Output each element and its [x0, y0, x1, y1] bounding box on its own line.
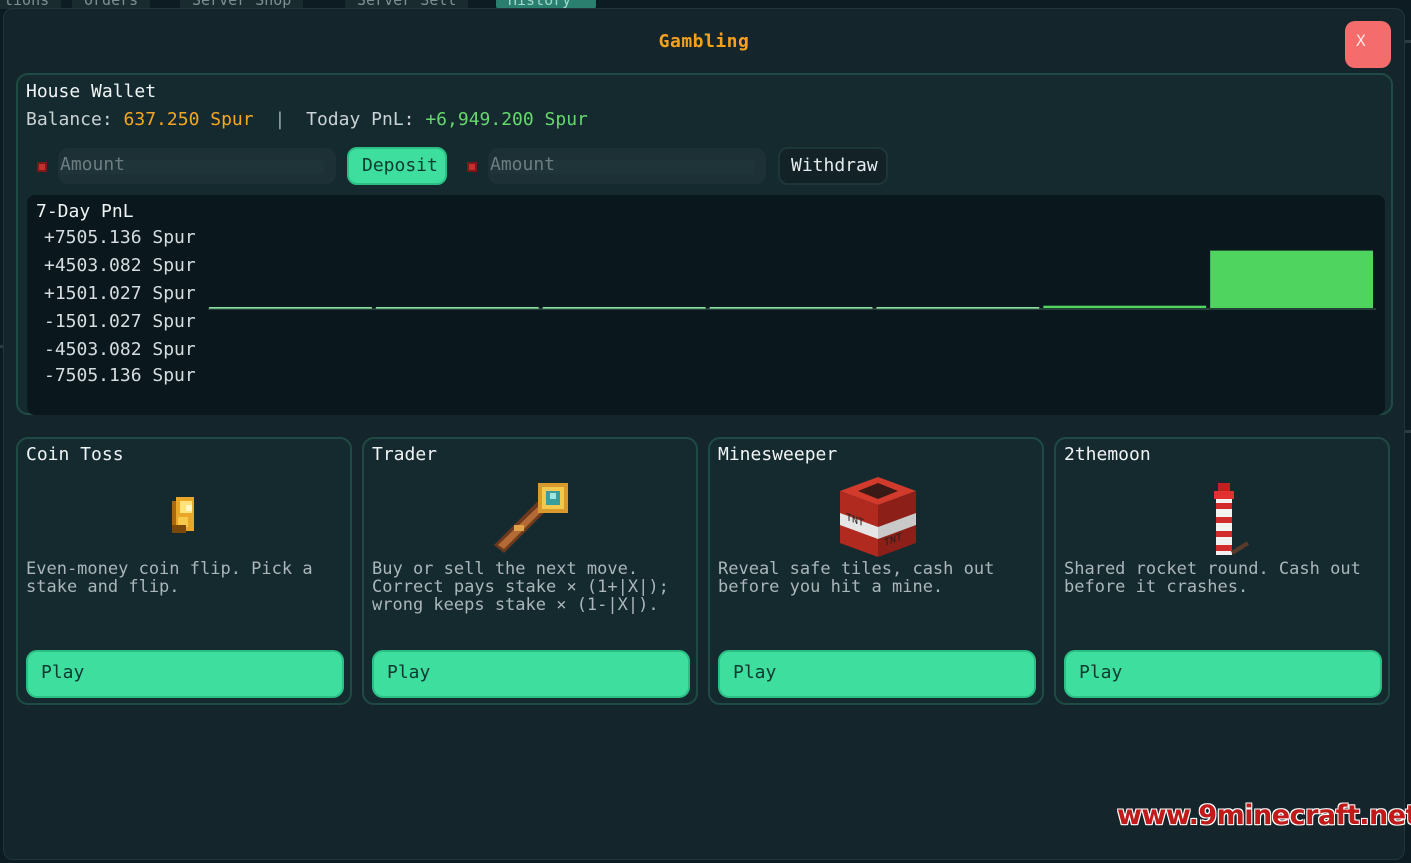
- pnl-bars: [208, 250, 1376, 310]
- game-title: Minesweeper: [718, 444, 838, 465]
- game-card-coin-toss: Coin Toss Even-money coin flip. Pick a s…: [16, 437, 352, 705]
- firework-rocket-icon: [1056, 477, 1388, 561]
- withdraw-placeholder: Amount: [490, 154, 556, 175]
- gambling-modal: Gambling X House Wallet Balance: 637.250…: [3, 8, 1405, 860]
- deposit-button[interactable]: Deposit: [347, 147, 447, 185]
- modal-title: Gambling: [658, 31, 750, 52]
- bg-divider: [1405, 430, 1411, 433]
- close-button[interactable]: X: [1345, 21, 1391, 68]
- withdraw-button[interactable]: Withdraw: [778, 147, 888, 185]
- play-button-trader[interactable]: Play: [372, 650, 690, 698]
- game-title: 2themoon: [1064, 444, 1151, 465]
- spur-coin-icon: [37, 162, 47, 172]
- play-button-2themoon[interactable]: Play: [1064, 650, 1382, 698]
- pnl-bar: [1210, 250, 1373, 308]
- game-title: Trader: [372, 444, 438, 465]
- deposit-amount-input[interactable]: Amount: [58, 148, 336, 184]
- bg-divider: [1405, 40, 1411, 43]
- watermark: www.9minecraft.net: [1117, 800, 1411, 831]
- play-button-minesweeper[interactable]: Play: [718, 650, 1036, 698]
- spur-coin-icon: [467, 162, 477, 172]
- game-card-trader: Trader Buy or sell the next move. Correc…: [362, 437, 698, 705]
- tnt-icon: TNT TNT: [710, 477, 1042, 561]
- staff-icon: [364, 477, 696, 561]
- game-card-2themoon: 2themoon Shared rocket round. Cash out b…: [1054, 437, 1390, 705]
- game-description: Shared rocket round. Cash out before it …: [1064, 559, 1361, 597]
- balance-value: 637.250 Spur: [123, 109, 254, 130]
- pnl-label: Today PnL:: [306, 109, 415, 130]
- play-button-coin-toss[interactable]: Play: [26, 650, 344, 698]
- game-description: Buy or sell the next move. Correct pays …: [372, 559, 669, 615]
- gold-nugget-icon: [18, 477, 350, 561]
- wallet-title: House Wallet: [26, 81, 157, 102]
- pnl-chart: 7-Day PnL +7505.136 Spur +4503.082 Spur …: [27, 195, 1385, 415]
- pnl-value: +6,949.200 Spur: [425, 109, 588, 130]
- deposit-placeholder: Amount: [60, 154, 126, 175]
- separator: |: [274, 109, 286, 130]
- game-title: Coin Toss: [26, 444, 124, 465]
- house-wallet-panel: House Wallet Balance: 637.250 Spur | Tod…: [16, 73, 1393, 415]
- balance-label: Balance:: [26, 109, 113, 130]
- withdraw-amount-input[interactable]: Amount: [488, 148, 766, 184]
- balance-row: Balance: 637.250 Spur | Today PnL: +6,94…: [26, 109, 588, 130]
- pnl-bar: [1043, 305, 1207, 308]
- game-description: Even-money coin flip. Pick a stake and f…: [26, 559, 313, 597]
- game-card-minesweeper: Minesweeper TNT TNT Reveal safe tiles, c…: [708, 437, 1044, 705]
- game-description: Reveal safe tiles, cash out before you h…: [718, 559, 995, 597]
